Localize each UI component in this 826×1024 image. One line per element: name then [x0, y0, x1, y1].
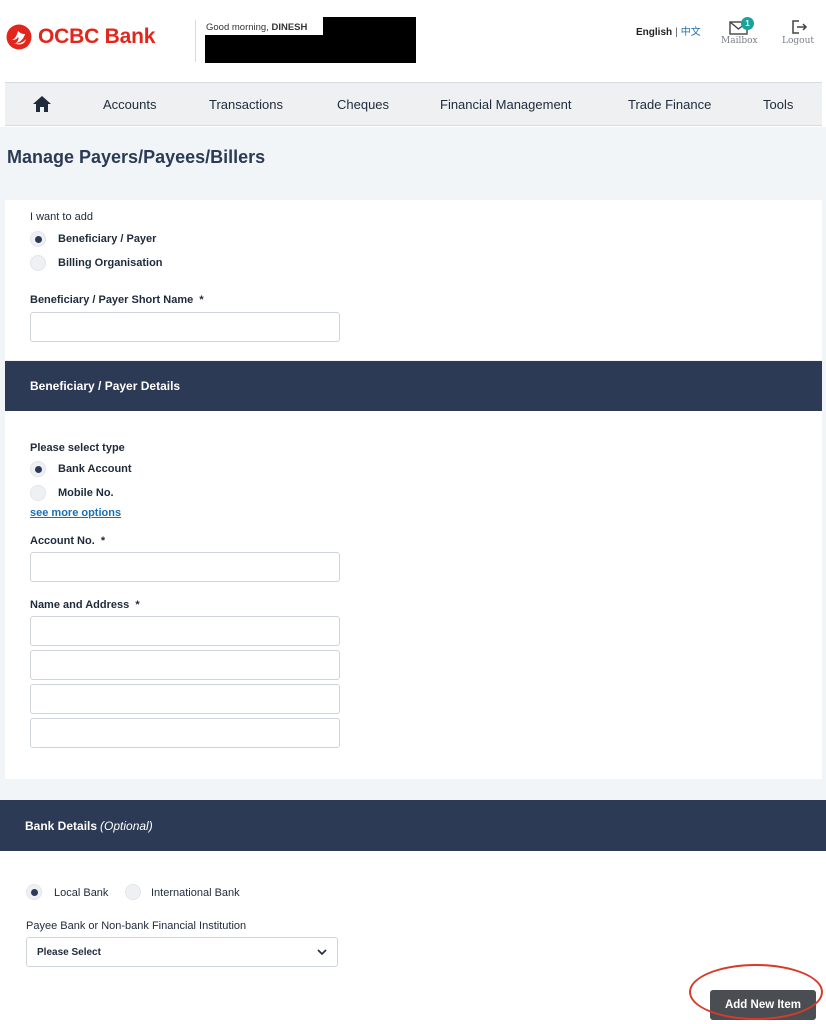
lang-english[interactable]: English: [636, 27, 672, 38]
header-divider: [195, 20, 196, 62]
nav-financial-management[interactable]: Financial Management: [440, 97, 572, 112]
name-address-line-1[interactable]: [30, 616, 340, 646]
lang-separator: |: [675, 27, 678, 38]
language-switcher: English | 中文: [636, 23, 701, 38]
type-prompt: Please select type: [30, 442, 125, 454]
institution-select-value: Please Select: [37, 946, 101, 958]
greeting-prefix: Good morning,: [206, 22, 272, 33]
radio-local-bank[interactable]: [26, 884, 42, 900]
institution-select[interactable]: Please Select: [26, 937, 338, 967]
account-no-input[interactable]: [30, 552, 340, 582]
name-address-label-text: Name and Address: [30, 599, 130, 611]
name-address-label: Name and Address *: [30, 599, 140, 611]
required-mark: *: [100, 535, 106, 547]
user-name: DINESH: [271, 22, 308, 33]
see-more-options-link[interactable]: see more options: [30, 507, 121, 519]
page-title: Manage Payers/Payees/Billers: [7, 147, 266, 167]
lang-chinese[interactable]: 中文: [681, 27, 701, 38]
bank-section-title: Bank Details: [25, 818, 98, 833]
required-mark: *: [135, 599, 140, 611]
chevron-down-icon: [317, 949, 327, 956]
logout-label: Logout: [782, 36, 814, 46]
short-name-label-text: Beneficiary / Payer Short Name: [30, 294, 194, 306]
nav-cheques[interactable]: Cheques: [337, 97, 389, 112]
nav-transactions[interactable]: Transactions: [209, 97, 283, 112]
mailbox-button[interactable]: 1 Mailbox: [721, 17, 758, 46]
brand-name: OCBC Bank: [38, 25, 156, 48]
radio-bank-account[interactable]: [30, 461, 46, 477]
account-no-label-text: Account No.: [30, 535, 95, 547]
radio-local-bank-label[interactable]: Local Bank: [54, 887, 108, 899]
greeting: Good morning, DINESH: [206, 22, 307, 33]
radio-bank-account-label[interactable]: Bank Account: [58, 463, 132, 475]
nav-trade-finance[interactable]: Trade Finance: [628, 97, 711, 112]
mailbox-label: Mailbox: [721, 36, 758, 46]
ocbc-logo-icon: [6, 24, 32, 50]
name-address-line-3[interactable]: [30, 684, 340, 714]
radio-billing-organisation-label[interactable]: Billing Organisation: [58, 257, 163, 269]
main-nav: Accounts Transactions Cheques Financial …: [5, 82, 822, 126]
radio-mobile-no-label[interactable]: Mobile No.: [58, 487, 114, 499]
radio-beneficiary-payer-label[interactable]: Beneficiary / Payer: [58, 233, 156, 245]
account-no-label: Account No. *: [30, 535, 105, 547]
short-name-input[interactable]: [30, 312, 340, 342]
short-name-label: Beneficiary / Payer Short Name *: [30, 294, 204, 306]
mailbox-badge: 1: [741, 17, 754, 30]
top-header: OCBC Bank Good morning, DINESH English | 中…: [0, 0, 826, 78]
add-new-item-button[interactable]: Add New Item: [710, 990, 816, 1020]
bank-section-header: Bank Details (Optional): [0, 800, 826, 851]
logout-icon: [792, 20, 808, 34]
radio-beneficiary-payer[interactable]: [30, 231, 46, 247]
details-section-header: Beneficiary / Payer Details: [5, 361, 822, 411]
required-mark: *: [199, 294, 204, 306]
radio-international-bank-label[interactable]: International Bank: [151, 887, 240, 899]
add-prompt: I want to add: [30, 211, 93, 223]
radio-billing-organisation[interactable]: [30, 255, 46, 271]
brand-logo[interactable]: OCBC Bank: [6, 24, 155, 50]
name-address-line-4[interactable]: [30, 718, 340, 748]
nav-accounts[interactable]: Accounts: [103, 97, 156, 112]
radio-mobile-no[interactable]: [30, 485, 46, 501]
radio-international-bank[interactable]: [125, 884, 141, 900]
name-address-line-2[interactable]: [30, 650, 340, 680]
logout-button[interactable]: Logout: [782, 18, 814, 46]
details-section-title: Beneficiary / Payer Details: [30, 379, 181, 393]
nav-tools[interactable]: Tools: [763, 97, 793, 112]
bank-section-optional: (Optional): [100, 818, 153, 833]
institution-label: Payee Bank or Non-bank Financial Institu…: [26, 920, 247, 932]
home-icon[interactable]: [32, 95, 52, 113]
